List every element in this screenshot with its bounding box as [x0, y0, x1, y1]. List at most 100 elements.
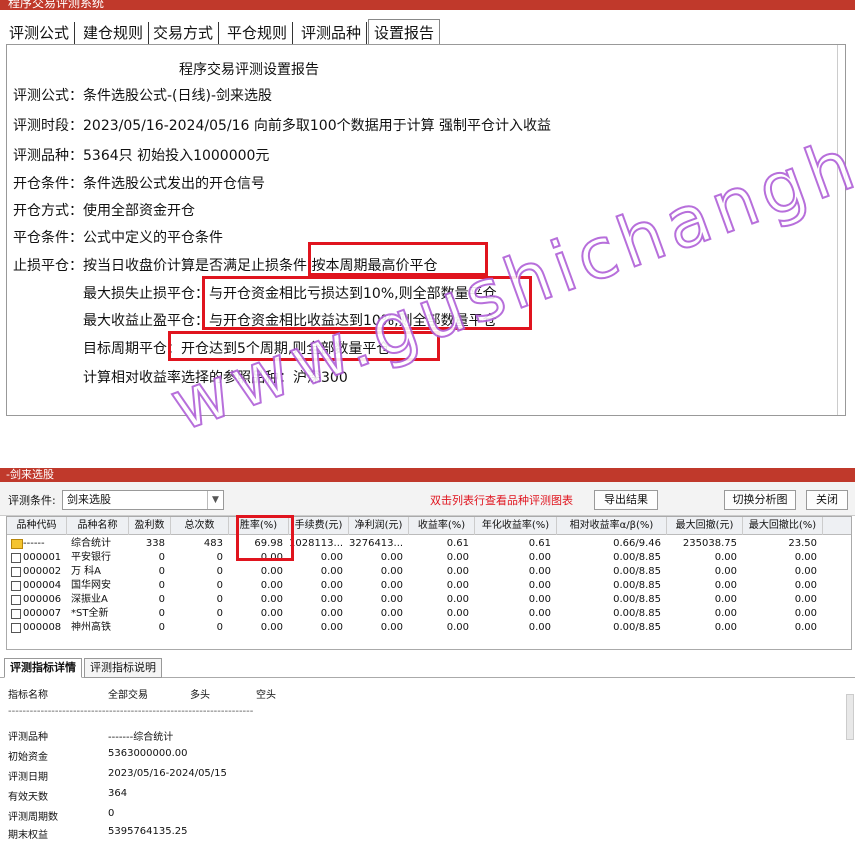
- column-header[interactable]: 最大回撤比(%): [743, 517, 823, 535]
- checkbox[interactable]: [11, 581, 21, 591]
- table-row[interactable]: 000006 深振业A 0 0 0.00 0.00 0.00 0.00 0.00 0.00/8.8…: [7, 593, 851, 607]
- table-cell: 000007: [23, 608, 62, 619]
- tab-close-rules[interactable]: 平仓规则: [222, 22, 294, 44]
- column-header[interactable]: 品种名称: [67, 517, 129, 535]
- detail-header: 多头: [190, 690, 210, 701]
- table-cell: 0.00: [714, 552, 737, 563]
- table-row[interactable]: 000007 *ST全新 0 0 0.00 0.00 0.00 0.00 0.00 0.00/8.…: [7, 607, 851, 621]
- table-cell: 0.00: [714, 566, 737, 577]
- report-line: 评测品种：5364只 初始投入1000000元: [13, 148, 270, 164]
- table-cell: 国华网安: [71, 580, 111, 591]
- table-cell: 0.00: [380, 566, 403, 577]
- table-cell: 3276413....: [349, 538, 403, 549]
- tab-report[interactable]: 设置报告: [368, 19, 441, 47]
- results-table: 品种代码 品种名称 盈利数 总次数 胜率(%) 手续费(元) 净利润(元) 收益率(%) 年化收…: [6, 516, 852, 650]
- condition-select[interactable]: 剑来选股 ▼: [62, 490, 224, 510]
- report-line: 评测时段：2023/05/16-2024/05/16 向前多取100个数据用于计…: [13, 118, 552, 134]
- column-header[interactable]: 盈利数: [129, 517, 171, 535]
- table-cell: 0.00: [794, 608, 817, 619]
- table-cell: 0.00: [446, 622, 469, 633]
- table-cell: 0.61: [446, 538, 469, 549]
- window-title: 程序交易评测系统: [8, 0, 105, 10]
- table-cell: 0.00: [380, 552, 403, 563]
- detail-value: -------综合统计: [108, 732, 174, 743]
- table-cell: 0.00: [714, 622, 737, 633]
- tab-formula[interactable]: 评测公式: [4, 22, 76, 44]
- table-cell: 综合统计: [71, 538, 111, 549]
- table-row[interactable]: 000008 神州高铁 0 0 0.00 0.00 0.00 0.00 0.00 0.00/8.8…: [7, 621, 851, 635]
- table-cell: 0: [158, 608, 165, 619]
- table-cell: 0.00: [794, 580, 817, 591]
- table-cell: 0.00: [446, 566, 469, 577]
- column-header[interactable]: 最大回撤(元): [667, 517, 743, 535]
- table-cell: 0.00/8.85: [613, 552, 661, 563]
- table-cell: 1028113....: [289, 538, 343, 549]
- tab-trade-mode[interactable]: 交易方式: [148, 22, 220, 44]
- detail-label: 评测日期: [8, 772, 48, 783]
- chevron-down-icon[interactable]: ▼: [207, 491, 223, 509]
- table-row[interactable]: 000002 万 科A 0 0 0.00 0.00 0.00 0.00 0.00 0.00/8.8…: [7, 565, 851, 579]
- table-cell: 0.00: [714, 594, 737, 605]
- table-cell: 0.00: [446, 552, 469, 563]
- table-cell: 0.00: [320, 580, 343, 591]
- table-row[interactable]: 000004 国华网安 0 0 0.00 0.00 0.00 0.00 0.00 0.00/8.8…: [7, 579, 851, 593]
- detail-label: 有效天数: [8, 792, 48, 803]
- table-row[interactable]: 000001 平安银行 0 0 0.00 0.00 0.00 0.00 0.00 0.00/8.8…: [7, 551, 851, 565]
- detail-label: 评测品种: [8, 732, 48, 743]
- tab-open-rules[interactable]: 建仓规则: [78, 22, 150, 44]
- column-header[interactable]: 净利润(元): [349, 517, 409, 535]
- detail-label: 初始资金: [8, 752, 48, 763]
- tab-instruments[interactable]: 评测品种: [296, 22, 368, 44]
- export-button[interactable]: 导出结果: [594, 490, 658, 510]
- detail-value: 2023/05/16-2024/05/15: [108, 768, 227, 779]
- detail-value: 364: [108, 788, 128, 799]
- table-header: 品种代码 品种名称 盈利数 总次数 胜率(%) 手续费(元) 净利润(元) 收益率(%) 年化收…: [7, 517, 851, 535]
- checkbox[interactable]: [11, 609, 21, 619]
- detail-header: 空头: [256, 690, 276, 701]
- checkbox[interactable]: [11, 595, 21, 605]
- table-row[interactable]: ------ 综合统计 338 483 69.98 1028113.... 3276413.…: [7, 537, 851, 551]
- table-cell: 0.00: [528, 594, 551, 605]
- detail-label: 期末权益: [8, 830, 48, 841]
- report-scrollbar[interactable]: [837, 45, 845, 415]
- checkbox[interactable]: [11, 567, 21, 577]
- report-title: 程序交易评测设置报告: [179, 62, 319, 78]
- tab-metric-help[interactable]: 评测指标说明: [84, 658, 162, 678]
- column-header[interactable]: 年化收益率(%): [475, 517, 557, 535]
- table-cell: 0.00: [320, 552, 343, 563]
- table-cell: 0.00: [320, 622, 343, 633]
- table-cell: 0.00/8.85: [613, 580, 661, 591]
- table-cell: 0: [216, 580, 223, 591]
- table-cell: 0: [216, 566, 223, 577]
- table-cell: 0.00: [320, 566, 343, 577]
- table-cell: 0.00: [380, 622, 403, 633]
- table-cell: 深振业A: [71, 594, 108, 605]
- report-line: 平仓条件：公式中定义的平仓条件: [13, 230, 223, 246]
- column-header[interactable]: 相对收益率α/β(%): [557, 517, 667, 535]
- detail-scrollbar[interactable]: [846, 694, 854, 740]
- table-cell: 0.00: [260, 608, 283, 619]
- hint-text: 双击列表行查看品种评测图表: [430, 494, 573, 507]
- highlight-box: [236, 515, 294, 561]
- close-button[interactable]: 关闭: [806, 490, 848, 510]
- table-cell: 0.00: [446, 608, 469, 619]
- table-cell: 0.00: [320, 608, 343, 619]
- column-header[interactable]: 品种代码: [7, 517, 67, 535]
- table-cell: 23.50: [788, 538, 817, 549]
- window-titlebar: 程序交易评测系统: [0, 0, 855, 10]
- detail-separator: ----------------------------------------…: [8, 706, 254, 717]
- report-line: 开仓方式：使用全部资金开仓: [13, 203, 195, 219]
- switch-chart-button[interactable]: 切换分析图: [724, 490, 796, 510]
- column-header[interactable]: 手续费(元): [289, 517, 349, 535]
- table-cell: 0.00/8.85: [613, 622, 661, 633]
- panel-toolbar: 评测条件: 剑来选股 ▼ 双击列表行查看品种评测图表 导出结果 切换分析图 关闭: [0, 482, 855, 516]
- column-header[interactable]: 收益率(%): [409, 517, 475, 535]
- tab-metric-details[interactable]: 评测指标详情: [4, 658, 82, 678]
- detail-header: 指标名称: [8, 690, 48, 701]
- table-cell: 000002: [23, 566, 62, 577]
- table-cell: 0: [158, 622, 165, 633]
- table-cell: 0.00: [794, 622, 817, 633]
- checkbox[interactable]: [11, 553, 21, 563]
- column-header[interactable]: 总次数: [171, 517, 229, 535]
- checkbox[interactable]: [11, 623, 21, 633]
